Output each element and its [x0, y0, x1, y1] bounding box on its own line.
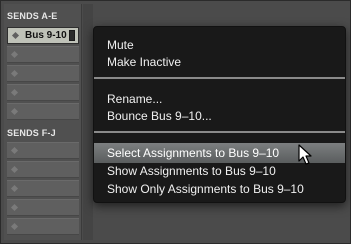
menu-item-make-inactive[interactable]: Make Inactive [94, 52, 345, 72]
diamond-icon [10, 107, 19, 116]
send-slot-c[interactable] [7, 65, 79, 82]
send-slot-e[interactable] [7, 103, 79, 120]
diamond-icon [10, 203, 19, 212]
send-slot-d[interactable] [7, 84, 79, 101]
diamond-icon [10, 165, 19, 174]
send-slot-h[interactable] [7, 180, 79, 197]
arrow-cursor-icon [298, 144, 312, 165]
send-context-menu: Mute Make Inactive Rename... Bounce Bus … [93, 26, 346, 203]
diamond-icon [10, 184, 19, 193]
send-slot-g[interactable] [7, 161, 79, 178]
menu-item-bounce[interactable]: Bounce Bus 9–10... [94, 106, 345, 126]
channel-strip-edge [83, 4, 93, 240]
send-slot-a[interactable]: Bus 9-10 [7, 27, 79, 44]
send-slot-a-label: Bus 9-10 [25, 30, 67, 41]
diamond-icon [10, 69, 19, 78]
menu-separator [94, 131, 345, 133]
diamond-icon [11, 31, 20, 40]
diamond-icon [10, 222, 19, 231]
menu-separator [94, 77, 345, 79]
menu-item-show-only-assignments[interactable]: Show Only Assignments to Bus 9–10 [94, 179, 345, 199]
send-slot-i[interactable] [7, 199, 79, 216]
send-slot-b[interactable] [7, 46, 79, 63]
send-slot-f[interactable] [7, 142, 79, 159]
diamond-icon [10, 88, 19, 97]
send-slot-j[interactable] [7, 218, 79, 235]
send-level-meter [69, 30, 75, 41]
sends-f-j-header: SENDS F-J [7, 128, 56, 138]
diamond-icon [10, 50, 19, 59]
diamond-icon [10, 146, 19, 155]
sends-a-e-header: SENDS A-E [7, 11, 58, 21]
